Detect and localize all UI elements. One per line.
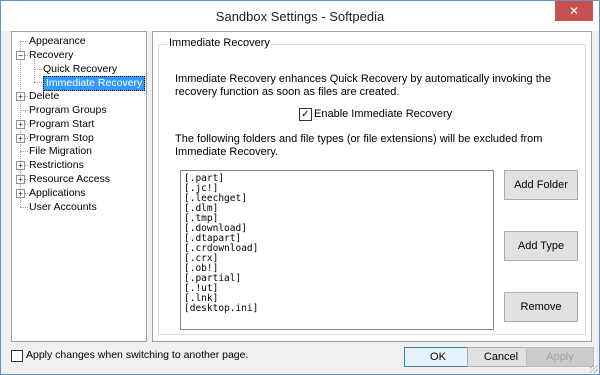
tree-item-label: Program Stop: [29, 131, 94, 144]
title-bar: Sandbox Settings - Softpedia ✕: [1, 1, 599, 31]
settings-tree: Appearance − Recovery Quick Recovery Immedia…: [11, 31, 147, 342]
apply-button[interactable]: Apply: [526, 347, 594, 367]
tree-item-label: Delete: [29, 90, 60, 103]
collapse-icon[interactable]: −: [16, 50, 25, 60]
checkbox-box[interactable]: ✓: [299, 108, 312, 121]
expand-icon[interactable]: +: [16, 119, 25, 129]
cancel-button[interactable]: Cancel: [467, 347, 535, 367]
tree-item-program-stop[interactable]: + Program Stop: [12, 132, 144, 145]
tree-item-applications[interactable]: + Applications: [12, 187, 144, 200]
tree-connector: [20, 206, 28, 208]
tree-connector: [34, 82, 42, 84]
enable-immediate-recovery-label: Enable Immediate Recovery: [314, 108, 453, 120]
tree-item-resource-access[interactable]: + Resource Access: [12, 173, 144, 186]
tree-item-recovery[interactable]: − Recovery: [12, 49, 144, 62]
tree-item-label: Appearance: [29, 35, 86, 47]
tree-connector: [20, 41, 28, 42]
ok-button[interactable]: OK: [404, 347, 472, 367]
tree-item-label: Program Start: [29, 117, 95, 130]
immediate-recovery-group: Immediate Recovery Immediate Recovery en…: [158, 37, 586, 335]
apply-on-switch-label: Apply changes when switching to another …: [26, 349, 249, 361]
close-button[interactable]: ✕: [555, 1, 593, 21]
tree-item-program-start[interactable]: + Program Start: [12, 118, 144, 131]
tree-item-delete[interactable]: + Delete: [12, 90, 144, 103]
expand-icon[interactable]: +: [16, 133, 25, 143]
tree-item-label: File Migration: [29, 145, 93, 158]
close-icon: ✕: [568, 4, 580, 18]
tree-item-file-migration[interactable]: File Migration: [12, 145, 144, 158]
add-folder-button[interactable]: Add Folder: [504, 170, 578, 200]
list-item[interactable]: [.part]: [181, 174, 493, 184]
list-item[interactable]: [desktop.ini]: [181, 304, 493, 314]
tree-item-program-groups[interactable]: Program Groups: [12, 104, 144, 117]
tree-item-restrictions[interactable]: + Restrictions: [12, 159, 144, 172]
tree-connector: [20, 151, 28, 153]
group-title: Immediate Recovery: [167, 37, 272, 49]
tree-connector: [20, 110, 28, 111]
window-title: Sandbox Settings - Softpedia: [215, 9, 385, 24]
remove-button[interactable]: Remove: [504, 292, 578, 322]
tree-item-immediate-recovery[interactable]: Immediate Recovery: [12, 76, 146, 92]
tree-item-label: Recovery: [29, 48, 74, 61]
tree-item-appearance[interactable]: Appearance: [12, 35, 144, 48]
list-item[interactable]: [.!ut]: [181, 284, 493, 294]
expand-icon[interactable]: +: [16, 92, 25, 102]
apply-on-switch-box[interactable]: [11, 350, 23, 362]
settings-window: Sandbox Settings - Softpedia ✕ Appearanc…: [0, 0, 600, 375]
list-item[interactable]: [.crx]: [181, 254, 493, 264]
tree-item-label: Restrictions: [29, 159, 84, 172]
exclusion-description: The following folders and file types (or…: [175, 133, 543, 158]
expand-icon[interactable]: +: [16, 161, 25, 171]
tree-connector: [34, 68, 42, 70]
expand-icon[interactable]: +: [16, 188, 25, 198]
tree-item-label: User Accounts: [29, 200, 97, 213]
expand-icon[interactable]: +: [16, 175, 25, 184]
tree-item-label: Program Groups: [29, 104, 107, 116]
list-item[interactable]: [.partial]: [181, 274, 493, 284]
tree-item-label: Applications: [29, 186, 86, 199]
list-item[interactable]: [.crdownload]: [181, 244, 493, 254]
tree-item-label: Resource Access: [29, 173, 111, 185]
dialog-client: Appearance − Recovery Quick Recovery Immedia…: [5, 31, 595, 371]
description-text: Immediate Recovery enhances Quick Recove…: [175, 73, 552, 98]
list-item[interactable]: [.dlm]: [181, 204, 493, 214]
list-item[interactable]: [.leechget]: [181, 194, 493, 204]
tree-item-user-accounts[interactable]: User Accounts: [12, 201, 144, 214]
settings-panel: Immediate Recovery Immediate Recovery en…: [152, 31, 592, 342]
tree-item-label: Quick Recovery: [43, 62, 118, 75]
resize-grip[interactable]: [590, 365, 598, 373]
exclusions-list[interactable]: [.part] [.jc!] [.leechget] [.dlm] [.tmp] [.do…: [180, 170, 494, 330]
tree-item-label: Immediate Recovery: [43, 76, 146, 92]
tree-item-quick-recovery[interactable]: Quick Recovery: [12, 63, 144, 76]
add-type-button[interactable]: Add Type: [504, 231, 578, 261]
check-mark-icon: ✓: [301, 109, 310, 120]
